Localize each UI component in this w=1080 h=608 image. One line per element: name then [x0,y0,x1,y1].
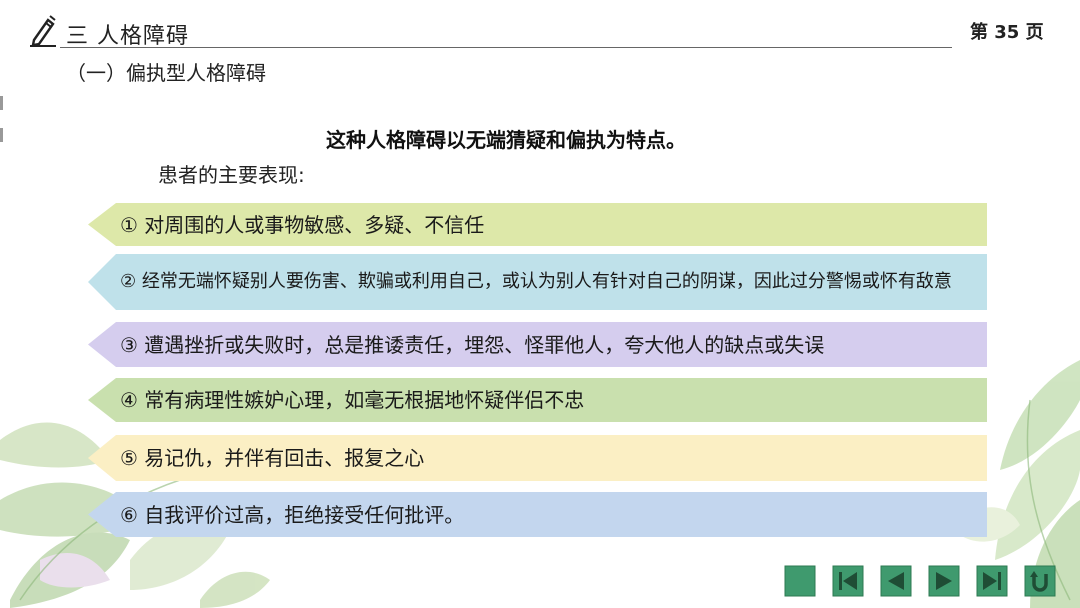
symptom-item-3: ③ 遭遇挫折或失败时，总是推诿责任，埋怨、怪罪他人，夸大他人的缺点或失误 [88,322,987,367]
symptom-label: ⑤ 易记仇，并伴有回击、报复之心 [120,446,425,470]
prev-icon [880,565,912,597]
symptom-item-5: ⑤ 易记仇，并伴有回击、报复之心 [88,435,987,481]
first-page-icon [832,565,864,597]
symptom-item-4: ④ 常有病理性嫉妒心理，如毫无根据地怀疑伴侣不忠 [88,378,987,422]
symptom-label: ④ 常有病理性嫉妒心理，如毫无根据地怀疑伴侣不忠 [120,388,585,412]
subsection-title: （一）偏执型人格障碍 [66,61,266,85]
return-icon [1024,565,1056,597]
symptom-item-1: ① 对周围的人或事物敏感、多疑、不信任 [88,203,987,246]
symptom-label: ⑥ 自我评价过高，拒绝接受任何批评。 [120,502,465,527]
last-page-icon [976,565,1008,597]
home-button[interactable] [784,565,816,597]
last-page-button[interactable] [976,565,1008,597]
next-icon [928,565,960,597]
prev-button[interactable] [880,565,912,597]
summary-text: 这种人格障碍以无端猜疑和偏执为特点。 [326,128,686,152]
symptom-item-6: ⑥ 自我评价过高，拒绝接受任何批评。 [88,492,987,537]
symptom-item-2: ② 经常无端怀疑别人要伤害、欺骗或利用自己，或认为别人有针对自己的阴谋，因此过分… [88,254,987,310]
home-icon [784,565,816,597]
side-marks [0,96,4,176]
symptom-label: ① 对周围的人或事物敏感、多疑、不信任 [120,212,485,237]
symptom-label: ② 经常无端怀疑别人要伤害、欺骗或利用自己，或认为别人有针对自己的阴谋，因此过分… [120,270,952,292]
symptom-label: ③ 遭遇挫折或失败时，总是推诿责任，埋怨、怪罪他人，夸大他人的缺点或失误 [120,332,825,357]
pencil-icon [30,15,56,47]
next-button[interactable] [928,565,960,597]
return-button[interactable] [1024,565,1056,597]
header-divider [60,47,952,48]
symptom-intro: 患者的主要表现: [158,163,305,187]
section-title: 三 人格障碍 [66,24,189,49]
first-page-button[interactable] [832,565,864,597]
page-number: 第 35 页 [970,22,1044,43]
